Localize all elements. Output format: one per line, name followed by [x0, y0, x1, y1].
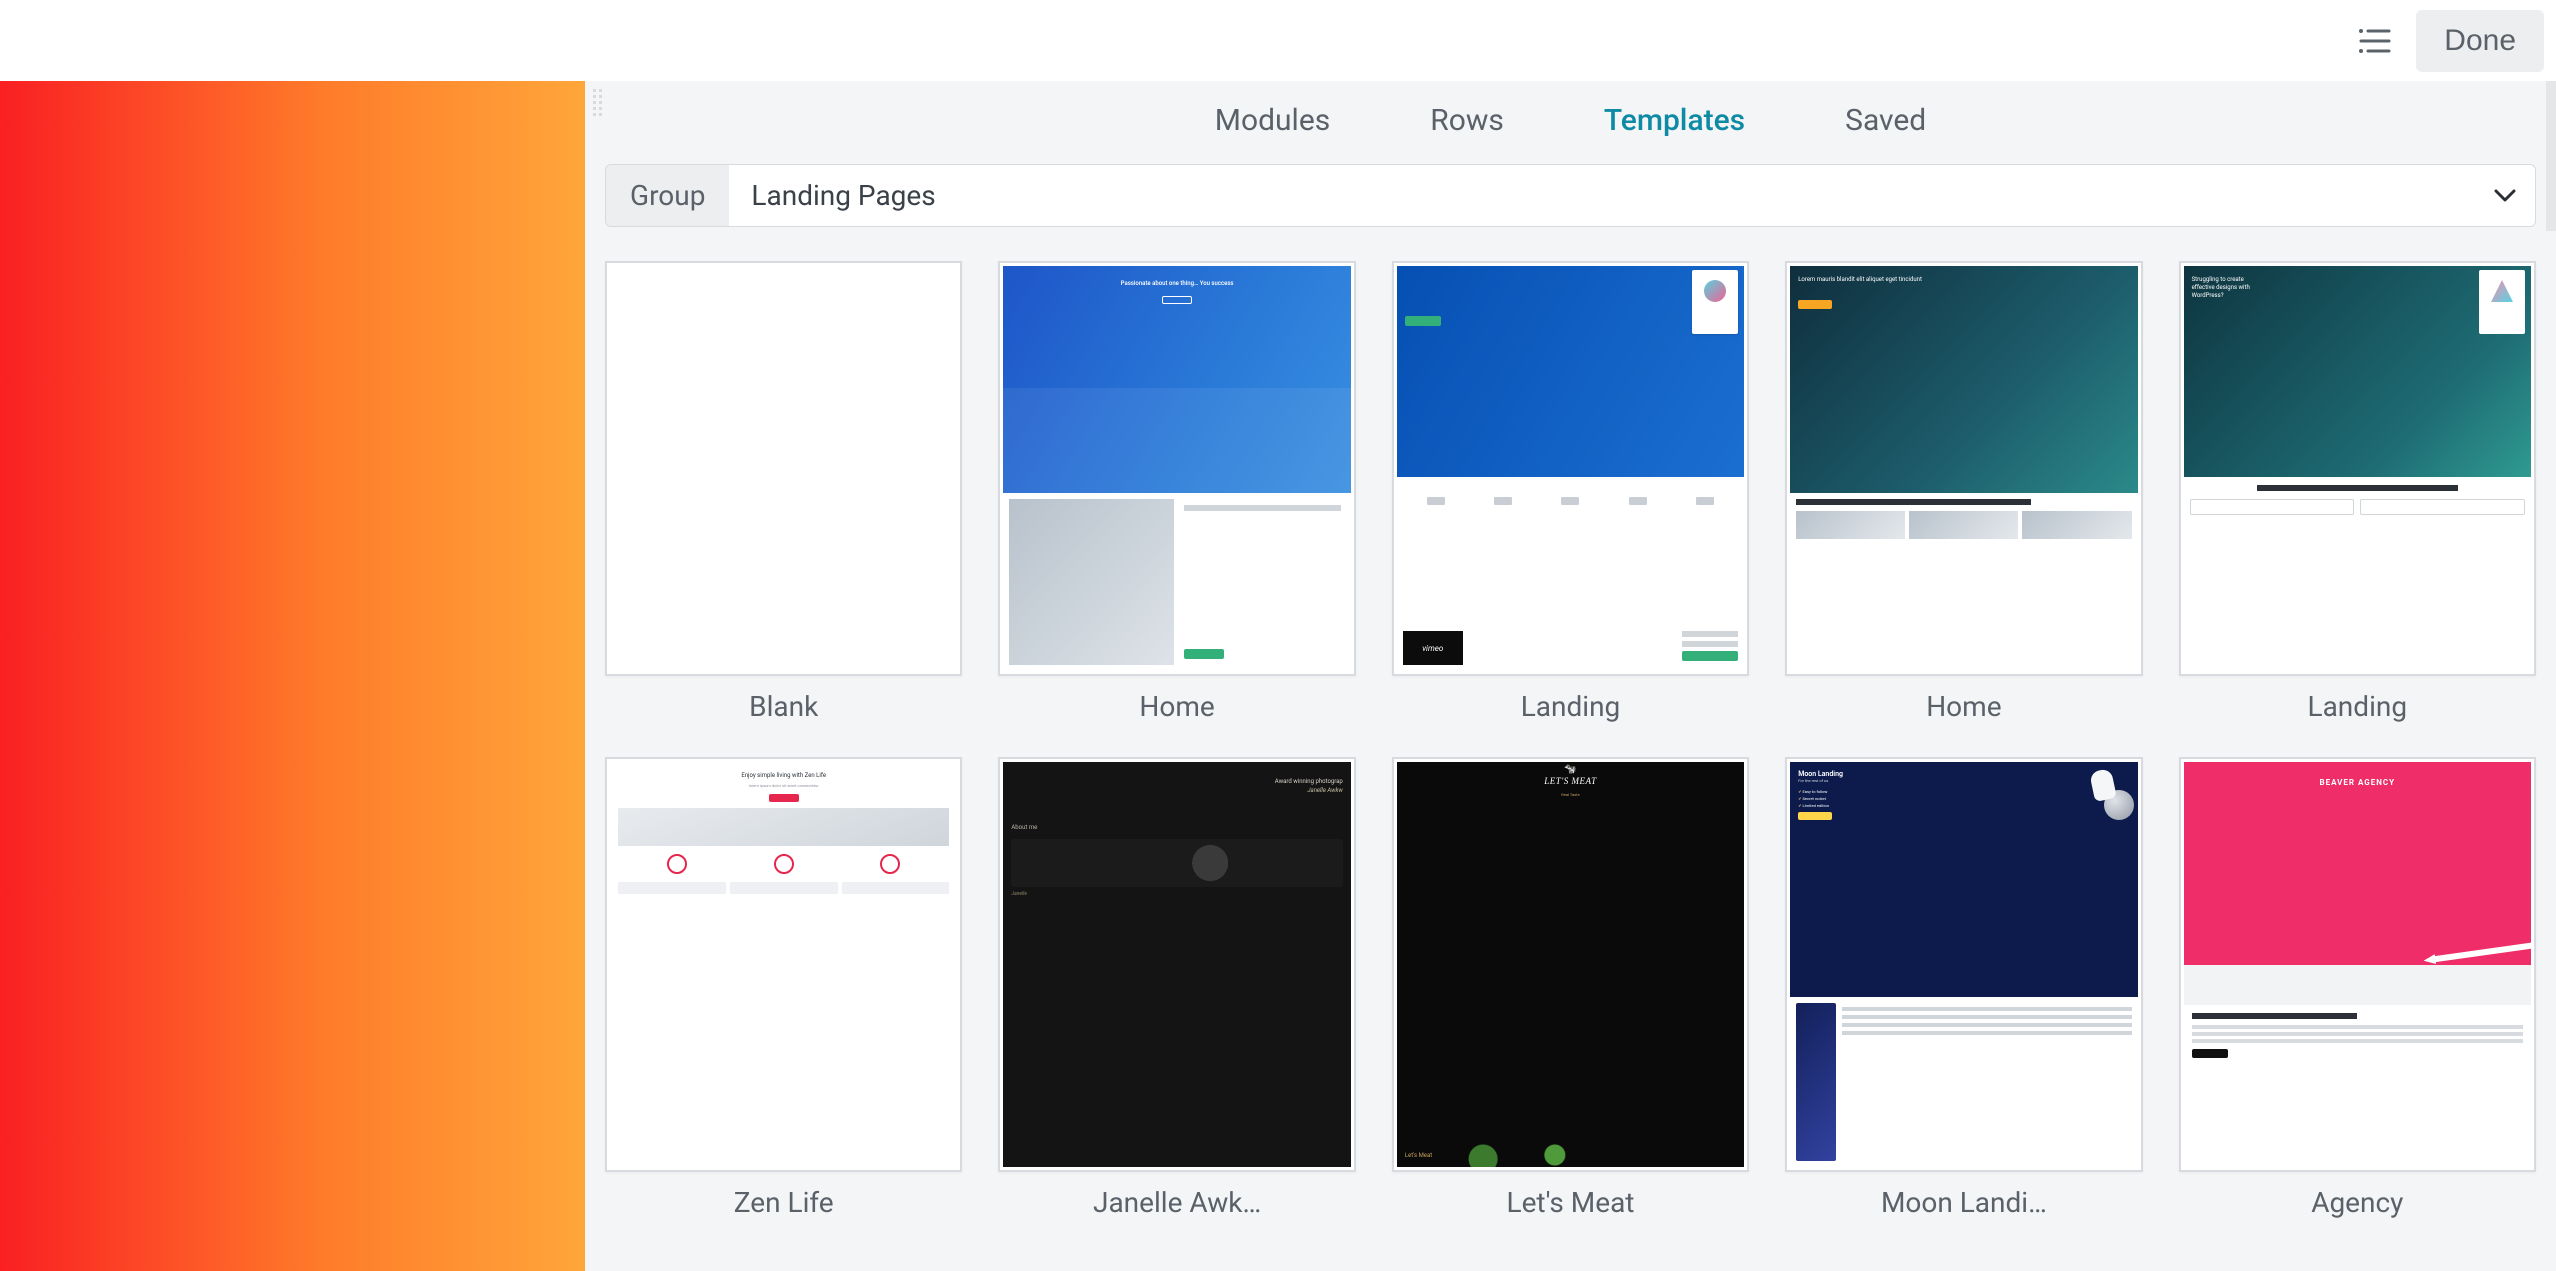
tab-saved[interactable]: Saved [1845, 103, 1926, 138]
thumb-text: BEAVER AGENCY [2184, 762, 2531, 787]
template-label: Moon Landi… [1881, 1186, 2047, 1219]
template-thumb [605, 261, 962, 676]
main: Modules Rows Templates Saved Group Landi… [0, 81, 2556, 1271]
template-grid: Blank Passionate about one thing… You su… [605, 261, 2536, 1219]
page-canvas[interactable] [0, 81, 585, 1271]
template-thumb: Passionate about one thing… You success [998, 261, 1355, 676]
template-card-moon-landing[interactable]: Moon Landing For the rest of us Easy to … [1785, 757, 2142, 1219]
template-thumb: Struggling to create effective designs w… [2179, 261, 2536, 676]
panel-drag-handle[interactable] [593, 89, 607, 121]
template-card-landing[interactable]: vimeo Landing [1392, 261, 1749, 723]
done-button[interactable]: Done [2416, 10, 2544, 72]
chevron-down-icon[interactable] [2475, 165, 2535, 226]
template-label: Home [1926, 690, 2001, 723]
template-label: Blank [749, 690, 818, 723]
template-thumb: 🐄 LET'S MEAT Real Taste Let's Meat [1392, 757, 1749, 1172]
thumb-text: Moon Landing [1798, 770, 2129, 778]
thumb-text: Struggling to create effective designs w… [2192, 276, 2262, 299]
tab-rows[interactable]: Rows [1430, 103, 1504, 138]
template-thumb: Lorem mauris blandit elit aliquet eget t… [1785, 261, 2142, 676]
template-label: Home [1139, 690, 1214, 723]
content-panel: Modules Rows Templates Saved Group Landi… [585, 81, 2556, 1271]
template-card-zen-life[interactable]: Enjoy simple living with Zen Life lorem … [605, 757, 962, 1219]
template-label: Agency [2311, 1186, 2403, 1219]
template-card-blank[interactable]: Blank [605, 261, 962, 723]
template-card-agency[interactable]: BEAVER AGENCY Agency [2179, 757, 2536, 1219]
tab-templates[interactable]: Templates [1604, 103, 1745, 138]
template-card-landing-2[interactable]: Struggling to create effective designs w… [2179, 261, 2536, 723]
thumb-text: For the rest of us [1798, 778, 2129, 783]
template-grid-scroll[interactable]: Blank Passionate about one thing… You su… [585, 227, 2556, 1239]
thumb-text: Enjoy simple living with Zen Life [610, 762, 957, 783]
thumb-text: About me [1003, 794, 1350, 835]
template-card-lets-meat[interactable]: 🐄 LET'S MEAT Real Taste Let's Meat Let's… [1392, 757, 1749, 1219]
template-label: Landing [1521, 690, 1621, 723]
topbar: Done [0, 0, 2556, 81]
outline-list-icon[interactable] [2350, 17, 2398, 65]
thumb-text: Let's Meat [1405, 1152, 1432, 1159]
template-thumb: BEAVER AGENCY [2179, 757, 2536, 1172]
template-card-home-2[interactable]: Lorem mauris blandit elit aliquet eget t… [1785, 261, 2142, 723]
template-label: Landing [2308, 690, 2408, 723]
group-value: Landing Pages [729, 165, 2475, 226]
template-thumb: vimeo [1392, 261, 1749, 676]
template-thumb: Enjoy simple living with Zen Life lorem … [605, 757, 962, 1172]
thumb-text: Award winning photograp [1003, 762, 1350, 787]
thumb-text: Lorem mauris blandit elit aliquet eget t… [1798, 276, 2077, 284]
thumb-text: Passionate about one thing… You success [1003, 280, 1350, 287]
panel-tabs: Modules Rows Templates Saved [585, 81, 2556, 164]
template-thumb: Award winning photograp Janelle Awkw Abo… [998, 757, 1355, 1172]
template-label: Let's Meat [1507, 1186, 1635, 1219]
tab-modules[interactable]: Modules [1215, 103, 1330, 138]
thumb-text: LET'S MEAT [1544, 776, 1596, 786]
template-card-janelle[interactable]: Award winning photograp Janelle Awkw Abo… [998, 757, 1355, 1219]
group-selector[interactable]: Group Landing Pages [605, 164, 2536, 227]
group-label: Group [606, 165, 729, 226]
template-label: Zen Life [734, 1186, 834, 1219]
template-label: Janelle Awk… [1093, 1186, 1261, 1219]
template-card-home[interactable]: Passionate about one thing… You success … [998, 261, 1355, 723]
thumb-text: Janelle Awkw [1003, 787, 1350, 794]
template-thumb: Moon Landing For the rest of us Easy to … [1785, 757, 2142, 1172]
